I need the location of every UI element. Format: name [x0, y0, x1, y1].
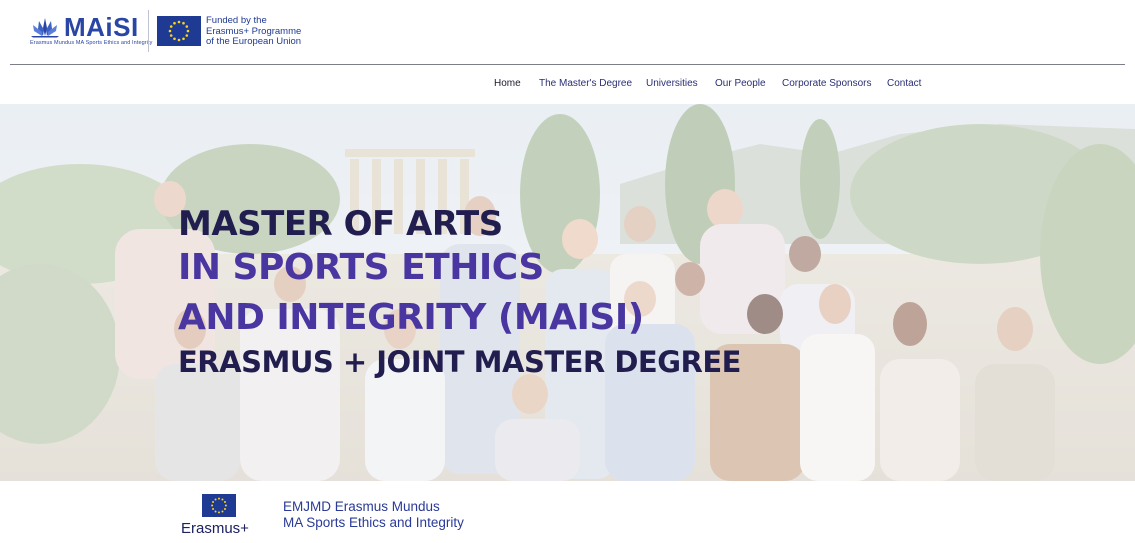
eu-star — [221, 498, 224, 501]
eu-flag-icon — [157, 16, 201, 46]
eu-star — [223, 507, 226, 510]
eu-star — [221, 510, 224, 513]
hero-title-line-3: AND INTEGRITY (MAISI) — [178, 297, 644, 338]
nav-corporate-sponsors[interactable]: Corporate Sponsors — [782, 78, 872, 89]
eu-star — [177, 20, 181, 24]
nav-contact[interactable]: Contact — [887, 78, 921, 89]
eu-star — [224, 504, 227, 507]
eu-star — [212, 507, 215, 510]
program-description: EMJMD Erasmus Mundus MA Sports Ethics an… — [283, 499, 464, 531]
site-header: MAiSI Erasmus Mundus MA Sports Ethics an… — [0, 0, 1135, 104]
hero-title: MASTER OF ARTS IN SPORTS ETHICS AND INTE… — [178, 202, 741, 384]
hero-banner: MASTER OF ARTS IN SPORTS ETHICS AND INTE… — [0, 104, 1135, 481]
nav-universities[interactable]: Universities — [646, 78, 698, 89]
eu-star — [169, 25, 173, 28]
eu-star — [185, 34, 189, 37]
header-divider — [148, 10, 149, 52]
program-line-1: EMJMD Erasmus Mundus — [283, 499, 440, 514]
eu-star — [214, 498, 217, 501]
nav-our-people[interactable]: Our People — [715, 78, 766, 89]
eu-star — [169, 34, 173, 37]
eu-star — [218, 497, 220, 500]
hero-title-line-2: IN SPORTS ETHICS — [178, 247, 544, 288]
header-rule — [10, 64, 1125, 65]
eu-star — [212, 501, 215, 504]
hero-subtitle: ERASMUS + JOINT MASTER DEGREE — [178, 345, 741, 379]
eu-star — [211, 504, 214, 507]
eu-star — [173, 37, 176, 41]
logo-tagline: Erasmus Mundus MA Sports Ethics and Inte… — [30, 40, 153, 46]
eu-star — [218, 511, 220, 514]
eu-star — [177, 38, 181, 42]
logo-wordmark: MAiSI — [64, 12, 139, 42]
funding-line-1: Funded by the — [206, 15, 267, 26]
eu-star — [168, 29, 172, 33]
eu-flag-icon — [202, 494, 236, 517]
lotus-icon — [31, 18, 59, 38]
eu-star — [186, 29, 190, 33]
program-footer: Erasmus+ EMJMD Erasmus Mundus MA Sports … — [0, 481, 1135, 543]
erasmus-plus-label: Erasmus+ — [181, 520, 249, 537]
funding-line-3: of the European Union — [206, 36, 302, 47]
nav-masters-degree[interactable]: The Master's Degree — [539, 78, 632, 89]
eu-star — [182, 21, 185, 25]
maisi-logo[interactable]: MAiSI Erasmus Mundus MA Sports Ethics an… — [28, 10, 152, 54]
funding-notice: Funded by the Erasmus+ Programme of the … — [206, 15, 302, 48]
program-line-2: MA Sports Ethics and Integrity — [283, 515, 464, 530]
eu-star — [173, 21, 176, 25]
hero-title-line-1: MASTER OF ARTS — [178, 204, 503, 244]
nav-home[interactable]: Home — [494, 78, 521, 89]
eu-star — [185, 25, 189, 28]
eu-star — [214, 510, 217, 513]
main-nav: Home The Master's Degree Universities Ou… — [0, 78, 1135, 94]
eu-star — [182, 37, 185, 41]
eu-star — [223, 501, 226, 504]
